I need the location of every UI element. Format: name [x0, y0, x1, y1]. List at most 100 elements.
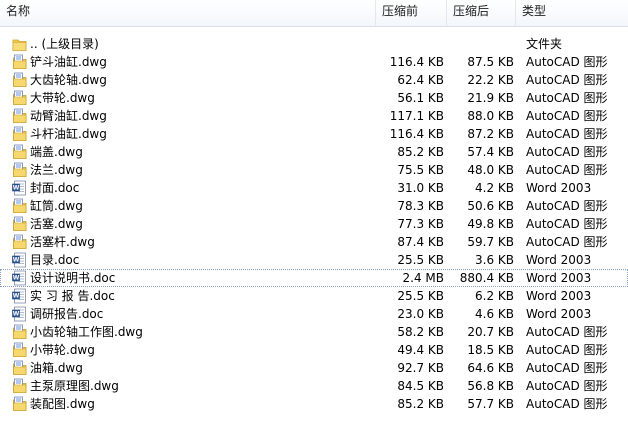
- svg-text:W: W: [13, 185, 20, 192]
- file-row[interactable]: 小带轮.dwg 49.4 KB 18.5 KB AutoCAD 图形: [0, 341, 628, 359]
- file-type: AutoCAD 图形: [526, 73, 608, 87]
- file-type: AutoCAD 图形: [526, 325, 608, 339]
- file-name: 小带轮.dwg: [30, 343, 95, 357]
- file-name: 动臂油缸.dwg: [30, 109, 107, 123]
- file-size-before: 84.5 KB: [397, 379, 444, 393]
- file-type: AutoCAD 图形: [526, 91, 608, 105]
- file-size-after: 3.6 KB: [475, 253, 514, 267]
- dwg-file-icon: [12, 72, 27, 88]
- file-size-after: 49.8 KB: [467, 217, 514, 231]
- file-row[interactable]: 活塞杆.dwg 87.4 KB 59.7 KB AutoCAD 图形: [0, 233, 628, 251]
- file-size-after: 22.2 KB: [467, 73, 514, 87]
- file-size-after: 50.6 KB: [467, 199, 514, 213]
- file-type: AutoCAD 图形: [526, 127, 608, 141]
- dwg-file-icon: [12, 162, 27, 178]
- file-size-before: 2.4 MB: [402, 271, 444, 285]
- file-row[interactable]: 端盖.dwg 85.2 KB 57.4 KB AutoCAD 图形: [0, 143, 628, 161]
- file-row[interactable]: 装配图.dwg 85.2 KB 57.7 KB AutoCAD 图形: [0, 395, 628, 413]
- file-size-before: 116.4 KB: [389, 55, 444, 69]
- file-type: 文件夹: [526, 37, 563, 51]
- file-name: 铲斗油缸.dwg: [30, 55, 107, 69]
- file-name: 活塞.dwg: [30, 217, 83, 231]
- file-size-before: 78.3 KB: [397, 199, 444, 213]
- file-size-after: 88.0 KB: [467, 109, 514, 123]
- file-size-before: 58.2 KB: [397, 325, 444, 339]
- file-name: 端盖.dwg: [30, 145, 83, 159]
- file-row[interactable]: 动臂油缸.dwg 117.1 KB 88.0 KB AutoCAD 图形: [0, 107, 628, 125]
- file-row[interactable]: W 目录.doc 25.5 KB 3.6 KB Word 2003: [0, 251, 628, 269]
- file-row[interactable]: 铲斗油缸.dwg 116.4 KB 87.5 KB AutoCAD 图形: [0, 53, 628, 71]
- file-name: 缸筒.dwg: [30, 199, 83, 213]
- file-name: 小齿轮轴工作图.dwg: [30, 325, 143, 339]
- file-name: 油箱.dwg: [30, 361, 83, 375]
- file-size-before: 75.5 KB: [397, 163, 444, 177]
- dwg-file-icon: [12, 90, 27, 106]
- file-size-before: 87.4 KB: [397, 235, 444, 249]
- file-row[interactable]: 法兰.dwg 75.5 KB 48.0 KB AutoCAD 图形: [0, 161, 628, 179]
- file-row[interactable]: W 设计说明书.doc 2.4 MB 880.4 KB Word 2003: [0, 269, 628, 287]
- dwg-file-icon: [12, 234, 27, 250]
- file-type: Word 2003: [526, 307, 592, 321]
- file-size-after: 57.7 KB: [467, 397, 514, 411]
- file-size-after: 59.7 KB: [467, 235, 514, 249]
- file-name: 法兰.dwg: [30, 163, 83, 177]
- file-row[interactable]: 小齿轮轴工作图.dwg 58.2 KB 20.7 KB AutoCAD 图形: [0, 323, 628, 341]
- file-size-after: 4.2 KB: [475, 181, 514, 195]
- file-row[interactable]: W 调研报告.doc 23.0 KB 4.6 KB Word 2003: [0, 305, 628, 323]
- file-row[interactable]: 大齿轮轴.dwg 62.4 KB 22.2 KB AutoCAD 图形: [0, 71, 628, 89]
- file-row[interactable]: W 封面.doc 31.0 KB 4.2 KB Word 2003: [0, 179, 628, 197]
- file-size-after: 87.2 KB: [467, 127, 514, 141]
- file-row[interactable]: .. (上级目录) 文件夹: [0, 35, 628, 53]
- dwg-file-icon: [12, 108, 27, 124]
- file-size-before: 116.4 KB: [389, 127, 444, 141]
- file-row[interactable]: 油箱.dwg 92.7 KB 64.6 KB AutoCAD 图形: [0, 359, 628, 377]
- file-name: 装配图.dwg: [30, 397, 95, 411]
- file-size-before: 62.4 KB: [397, 73, 444, 87]
- file-row[interactable]: 大带轮.dwg 56.1 KB 21.9 KB AutoCAD 图形: [0, 89, 628, 107]
- dwg-file-icon: [12, 126, 27, 142]
- file-size-before: 56.1 KB: [397, 91, 444, 105]
- file-size-before: 23.0 KB: [397, 307, 444, 321]
- file-type: AutoCAD 图形: [526, 217, 608, 231]
- svg-text:W: W: [13, 311, 20, 318]
- file-type: AutoCAD 图形: [526, 397, 608, 411]
- file-name: 大带轮.dwg: [30, 91, 95, 105]
- file-type: Word 2003: [526, 289, 592, 303]
- file-name: 封面.doc: [30, 181, 80, 195]
- file-size-after: 48.0 KB: [467, 163, 514, 177]
- column-header-compressed[interactable]: 压缩前: [376, 0, 447, 26]
- column-header-after[interactable]: 压缩后: [447, 0, 516, 26]
- file-type: AutoCAD 图形: [526, 145, 608, 159]
- file-type: Word 2003: [526, 253, 592, 267]
- file-name: 设计说明书.doc: [30, 271, 116, 285]
- file-type: AutoCAD 图形: [526, 109, 608, 123]
- file-row[interactable]: 缸筒.dwg 78.3 KB 50.6 KB AutoCAD 图形: [0, 197, 628, 215]
- file-size-after: 87.5 KB: [467, 55, 514, 69]
- file-name: 主泵原理图.dwg: [30, 379, 119, 393]
- file-size-before: 25.5 KB: [397, 289, 444, 303]
- file-type: AutoCAD 图形: [526, 199, 608, 213]
- svg-text:W: W: [13, 293, 20, 300]
- word-doc-icon: W: [12, 288, 27, 304]
- folder-icon: [12, 36, 27, 52]
- column-header-type[interactable]: 类型: [516, 0, 628, 26]
- file-size-after: 18.5 KB: [467, 343, 514, 357]
- column-header: 名称 压缩前 压缩后 类型: [0, 0, 628, 27]
- file-row[interactable]: 主泵原理图.dwg 84.5 KB 56.8 KB AutoCAD 图形: [0, 377, 628, 395]
- dwg-file-icon: [12, 144, 27, 160]
- column-header-name[interactable]: 名称: [0, 0, 376, 26]
- word-doc-icon: W: [12, 180, 27, 196]
- file-row[interactable]: 活塞.dwg 77.3 KB 49.8 KB AutoCAD 图形: [0, 215, 628, 233]
- file-row[interactable]: W 实 习 报 告.doc 25.5 KB 6.2 KB Word 2003: [0, 287, 628, 305]
- file-size-before: 49.4 KB: [397, 343, 444, 357]
- file-type: AutoCAD 图形: [526, 235, 608, 249]
- file-size-before: 25.5 KB: [397, 253, 444, 267]
- file-size-after: 21.9 KB: [467, 91, 514, 105]
- file-name: 实 习 报 告.doc: [30, 289, 115, 303]
- file-row[interactable]: 斗杆油缸.dwg 116.4 KB 87.2 KB AutoCAD 图形: [0, 125, 628, 143]
- dwg-file-icon: [12, 216, 27, 232]
- file-type: AutoCAD 图形: [526, 361, 608, 375]
- file-size-before: 85.2 KB: [397, 145, 444, 159]
- dwg-file-icon: [12, 342, 27, 358]
- file-size-after: 6.2 KB: [475, 289, 514, 303]
